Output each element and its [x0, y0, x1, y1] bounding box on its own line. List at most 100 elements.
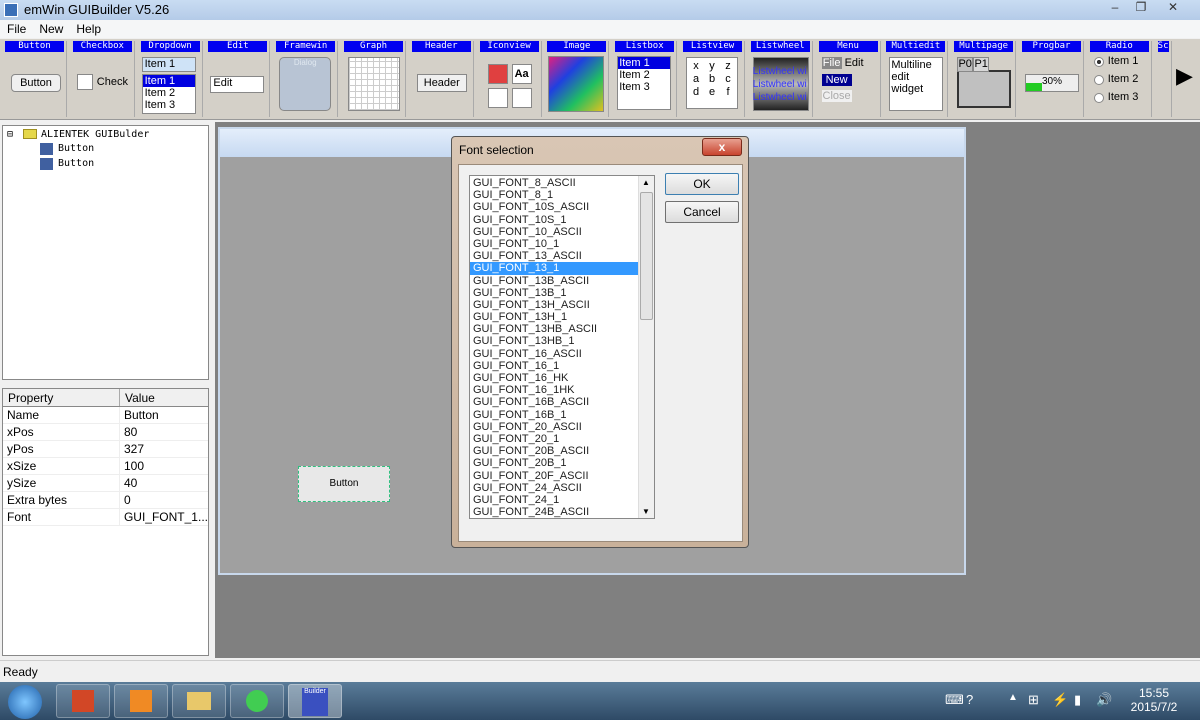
dialog-close-button[interactable]: x: [702, 138, 742, 156]
menu-new[interactable]: New: [39, 22, 63, 36]
tree-root[interactable]: ALIENTEK GUIBulder: [41, 129, 149, 140]
scrollbar[interactable]: ▲ ▼: [638, 176, 654, 518]
tool-listbox[interactable]: Listbox Item 1 Item 2 Item 3: [613, 41, 678, 117]
font-list-item[interactable]: GUI_FONT_16_1HK: [470, 384, 638, 396]
property-value[interactable]: 327: [120, 441, 144, 457]
font-list-item[interactable]: GUI_FONT_10S_ASCII: [470, 201, 638, 213]
preview-element: Listwheel wi: [752, 92, 807, 103]
font-list-item[interactable]: GUI_FONT_13H_1: [470, 311, 638, 323]
font-list-item[interactable]: GUI_FONT_20B_1: [470, 457, 638, 469]
font-list-item[interactable]: GUI_FONT_24_ASCII: [470, 482, 638, 494]
tool-header[interactable]: Header Header: [410, 41, 474, 117]
font-list-item[interactable]: GUI_FONT_16B_1: [470, 409, 638, 421]
font-list-item[interactable]: GUI_FONT_20_ASCII: [470, 421, 638, 433]
volume-icon[interactable]: 🔊: [1096, 692, 1112, 708]
project-tree: ⊟ ALIENTEK GUIBulder Button Button: [2, 125, 209, 380]
property-row[interactable]: Extra bytes 0: [3, 492, 208, 509]
tree-item[interactable]: Button: [58, 143, 94, 154]
font-list-item[interactable]: GUI_FONT_13B_ASCII: [470, 275, 638, 287]
font-list-item[interactable]: GUI_FONT_24_1: [470, 494, 638, 506]
property-row[interactable]: Font GUI_FONT_1...: [3, 509, 208, 526]
taskbar-qt[interactable]: [230, 684, 284, 718]
preview-element: Multiline: [891, 59, 932, 71]
keyboard-icon[interactable]: ⌨: [945, 692, 964, 708]
tool-label: Button: [5, 41, 64, 52]
tool-graph[interactable]: Graph: [342, 41, 406, 117]
font-list-item[interactable]: GUI_FONT_13H_ASCII: [470, 299, 638, 311]
tool-button[interactable]: Button Button: [3, 41, 67, 117]
close-button[interactable]: ✕: [1160, 0, 1186, 18]
tool-framewin[interactable]: Framewin Dialog: [274, 41, 339, 117]
property-value[interactable]: 80: [120, 424, 137, 440]
tree-collapse-icon[interactable]: ⊟: [7, 129, 13, 140]
font-list-item[interactable]: GUI_FONT_16_HK: [470, 372, 638, 384]
help-icon[interactable]: ?: [966, 692, 973, 707]
scroll-down-icon[interactable]: ▼: [642, 507, 650, 516]
property-value[interactable]: GUI_FONT_1...: [120, 509, 208, 525]
show-hidden-icons[interactable]: ▲: [1008, 692, 1018, 703]
tool-sc[interactable]: Sc: [1156, 41, 1172, 117]
font-list-item[interactable]: GUI_FONT_13_1: [470, 262, 638, 275]
tool-dropdown[interactable]: Dropdown Item 1 Item 1 Item 2 Item 3: [139, 41, 203, 117]
tool-listview[interactable]: Listview x y z a b c d e f: [681, 41, 745, 117]
tool-checkbox[interactable]: Checkbox Check: [71, 41, 135, 117]
font-list-item[interactable]: GUI_FONT_13HB_1: [470, 335, 638, 347]
menu-help[interactable]: Help: [76, 22, 101, 36]
property-row[interactable]: xPos 80: [3, 424, 208, 441]
tool-multiedit[interactable]: Multiedit Multiline edit widget: [884, 41, 949, 117]
font-list-item[interactable]: GUI_FONT_10_ASCII: [470, 226, 638, 238]
property-row[interactable]: ySize 40: [3, 475, 208, 492]
tool-menu[interactable]: Menu File Edit New Close: [817, 41, 881, 117]
tree-item[interactable]: Button: [58, 158, 94, 169]
maximize-button[interactable]: ❐: [1128, 0, 1154, 18]
taskbar-powerpoint[interactable]: [56, 684, 110, 718]
scroll-up-icon[interactable]: ▲: [642, 178, 650, 187]
ok-button[interactable]: OK: [665, 173, 739, 195]
property-row[interactable]: yPos 327: [3, 441, 208, 458]
font-list-item[interactable]: GUI_FONT_8_ASCII: [470, 177, 638, 189]
taskbar-foxit[interactable]: [114, 684, 168, 718]
tool-multipage[interactable]: Multipage P0 P1: [952, 41, 1017, 117]
tool-label: Menu: [818, 41, 878, 52]
network-icon[interactable]: ▮: [1074, 692, 1081, 708]
tool-image[interactable]: Image: [545, 41, 610, 117]
font-list-item[interactable]: GUI_FONT_16_1: [470, 360, 638, 372]
font-list[interactable]: GUI_FONT_8_ASCII GUI_FONT_8_1 GUI_FONT_10S…: [469, 175, 655, 519]
property-value[interactable]: Button: [120, 407, 159, 423]
cancel-button[interactable]: Cancel: [665, 201, 739, 223]
taskbar-guibuilder[interactable]: Builder: [288, 684, 342, 718]
start-button[interactable]: [8, 685, 42, 719]
property-value[interactable]: 0: [120, 492, 131, 508]
design-button[interactable]: Button: [298, 466, 390, 502]
font-list-item[interactable]: GUI_FONT_24B_ASCII: [470, 506, 638, 518]
tool-radio[interactable]: Radio Item 1 Item 2 Item 3: [1088, 41, 1152, 117]
taskbar-explorer[interactable]: [172, 684, 226, 718]
clock[interactable]: 15:55 2015/7/2: [1126, 686, 1182, 714]
minimize-button[interactable]: ‒: [1102, 0, 1128, 18]
menu-file[interactable]: File: [7, 22, 26, 36]
tool-progbar[interactable]: Progbar 30%: [1020, 41, 1084, 117]
windows-flag-icon[interactable]: ⊞: [1028, 692, 1039, 708]
font-list-item[interactable]: GUI_FONT_10_1: [470, 238, 638, 250]
font-list-item[interactable]: GUI_FONT_20F_ASCII: [470, 470, 638, 482]
font-list-item[interactable]: GUI_FONT_13_ASCII: [470, 250, 638, 262]
app-icon: [4, 3, 18, 17]
property-row[interactable]: Name Button: [3, 407, 208, 424]
font-list-item[interactable]: GUI_FONT_13HB_ASCII: [470, 323, 638, 335]
tool-edit[interactable]: Edit Edit: [206, 41, 271, 117]
font-list-item[interactable]: GUI_FONT_20_1: [470, 433, 638, 445]
toolbar-scroll-right[interactable]: ▶: [1176, 63, 1193, 89]
font-list-item[interactable]: GUI_FONT_16B_ASCII: [470, 396, 638, 408]
property-value[interactable]: 40: [120, 475, 137, 491]
font-list-item[interactable]: GUI_FONT_10S_1: [470, 214, 638, 226]
font-list-item[interactable]: GUI_FONT_16_ASCII: [470, 348, 638, 360]
power-icon[interactable]: ⚡: [1052, 692, 1068, 708]
font-list-item[interactable]: GUI_FONT_8_1: [470, 189, 638, 201]
tool-iconview[interactable]: Iconview Aa: [478, 41, 542, 117]
property-value[interactable]: 100: [120, 458, 144, 474]
tool-listwheel[interactable]: Listwheel Listwheel wi Listwheel wi Listwhe…: [749, 41, 813, 117]
property-row[interactable]: xSize 100: [3, 458, 208, 475]
font-list-item[interactable]: GUI_FONT_13B_1: [470, 287, 638, 299]
scroll-thumb[interactable]: [640, 192, 653, 320]
font-list-item[interactable]: GUI_FONT_20B_ASCII: [470, 445, 638, 457]
